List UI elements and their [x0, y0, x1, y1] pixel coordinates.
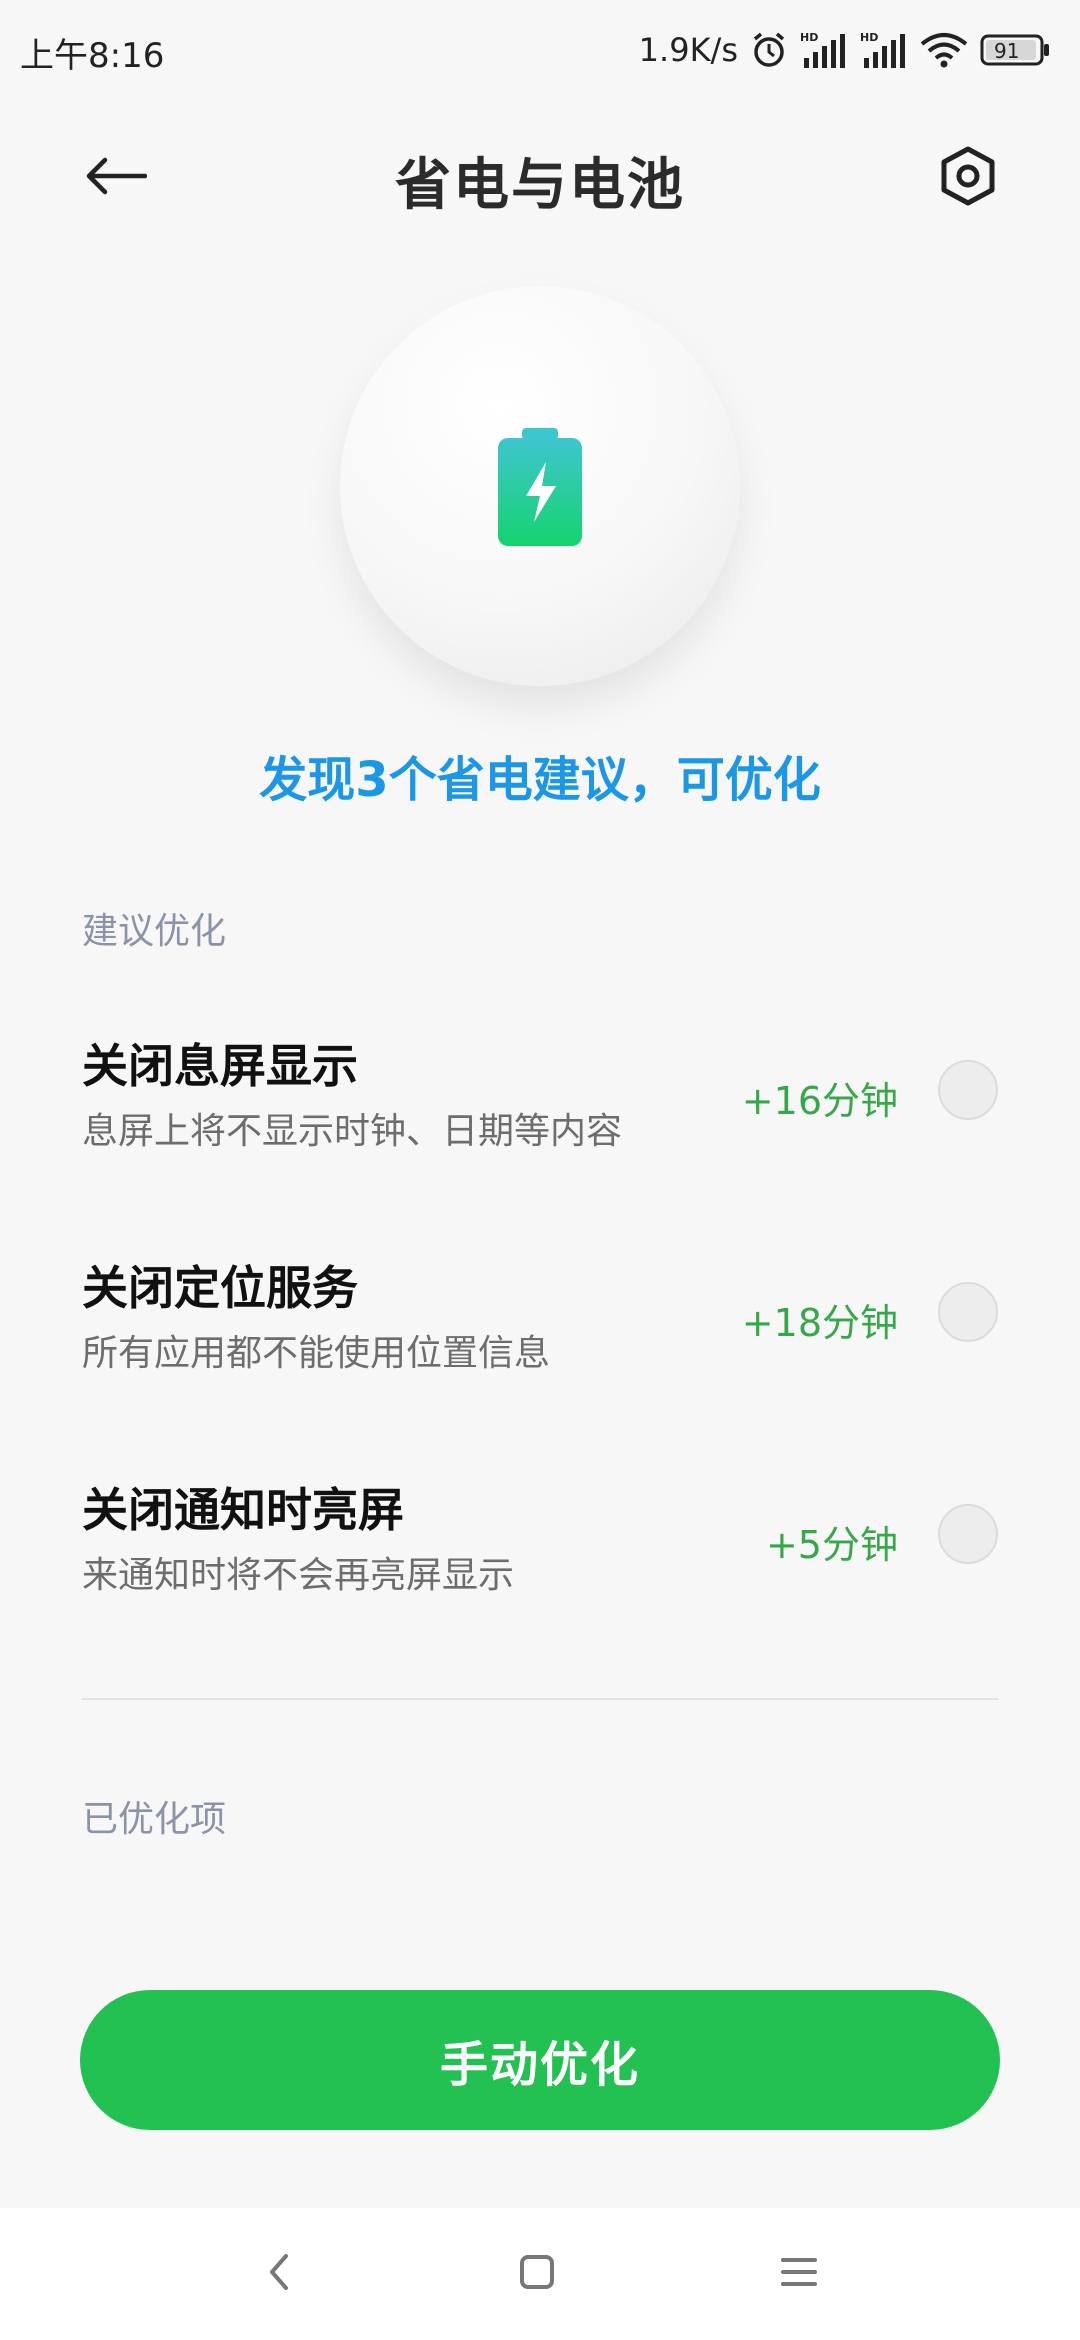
suggestion-item[interactable]: 关闭定位服务 所有应用都不能使用位置信息 +18分钟	[82, 1252, 998, 1412]
section-optimized: 已优化项	[82, 1799, 227, 1840]
gear-icon	[940, 146, 996, 210]
page-title: 省电与电池	[395, 153, 685, 218]
settings-button[interactable]	[928, 138, 1008, 218]
suggestion-description: 息屏上将不显示时钟、日期等内容	[82, 1111, 623, 1152]
select-radio[interactable]	[938, 1060, 998, 1120]
select-radio[interactable]	[938, 1504, 998, 1564]
battery-gain: +16分钟	[741, 1079, 898, 1123]
chevron-left-icon	[264, 2250, 294, 2298]
navigation-bar	[0, 2208, 1080, 2340]
battery-gain: +18分钟	[741, 1301, 898, 1345]
suggestion-item[interactable]: 关闭通知时亮屏 来通知时将不会再亮屏显示 +5分钟	[82, 1474, 998, 1634]
status-bar-right: 1.9K/s HD HD 91	[639, 22, 1050, 78]
svg-text:HD: HD	[860, 31, 878, 44]
suggestion-description: 来通知时将不会再亮屏显示	[82, 1555, 515, 1596]
suggestion-title: 关闭通知时亮屏	[82, 1483, 404, 1537]
suggestion-description: 所有应用都不能使用位置信息	[82, 1333, 551, 1374]
select-radio[interactable]	[938, 1282, 998, 1342]
signal-hd-icon: HD	[800, 30, 848, 70]
section-suggestions: 建议优化	[82, 911, 227, 952]
menu-icon	[779, 2255, 819, 2293]
network-speed: 1.9K/s	[638, 31, 738, 69]
manual-optimize-button[interactable]: 手动优化	[80, 1990, 1000, 2130]
alarm-icon	[750, 31, 788, 69]
battery-icon: 91	[980, 33, 1050, 67]
suggestion-title: 关闭息屏显示	[82, 1039, 358, 1093]
status-time: 上午8:16	[20, 36, 165, 76]
svg-text:HD: HD	[800, 31, 818, 44]
battery-level: 91	[994, 39, 1020, 63]
nav-back-button[interactable]	[234, 2236, 324, 2312]
wifi-icon	[920, 32, 968, 68]
suggestion-title: 关闭定位服务	[82, 1261, 358, 1315]
section-divider	[82, 1698, 998, 1700]
square-icon	[519, 2254, 555, 2294]
battery-gain: +5分钟	[765, 1523, 898, 1567]
suggestion-item[interactable]: 关闭息屏显示 息屏上将不显示时钟、日期等内容 +16分钟	[82, 1030, 998, 1190]
nav-home-button[interactable]	[492, 2236, 582, 2312]
battery-charging-icon	[494, 424, 586, 550]
nav-recents-button[interactable]	[754, 2236, 844, 2312]
optimization-summary: 发现3个省电建议，可优化	[259, 752, 821, 808]
signal-hd-icon: HD	[860, 30, 908, 70]
